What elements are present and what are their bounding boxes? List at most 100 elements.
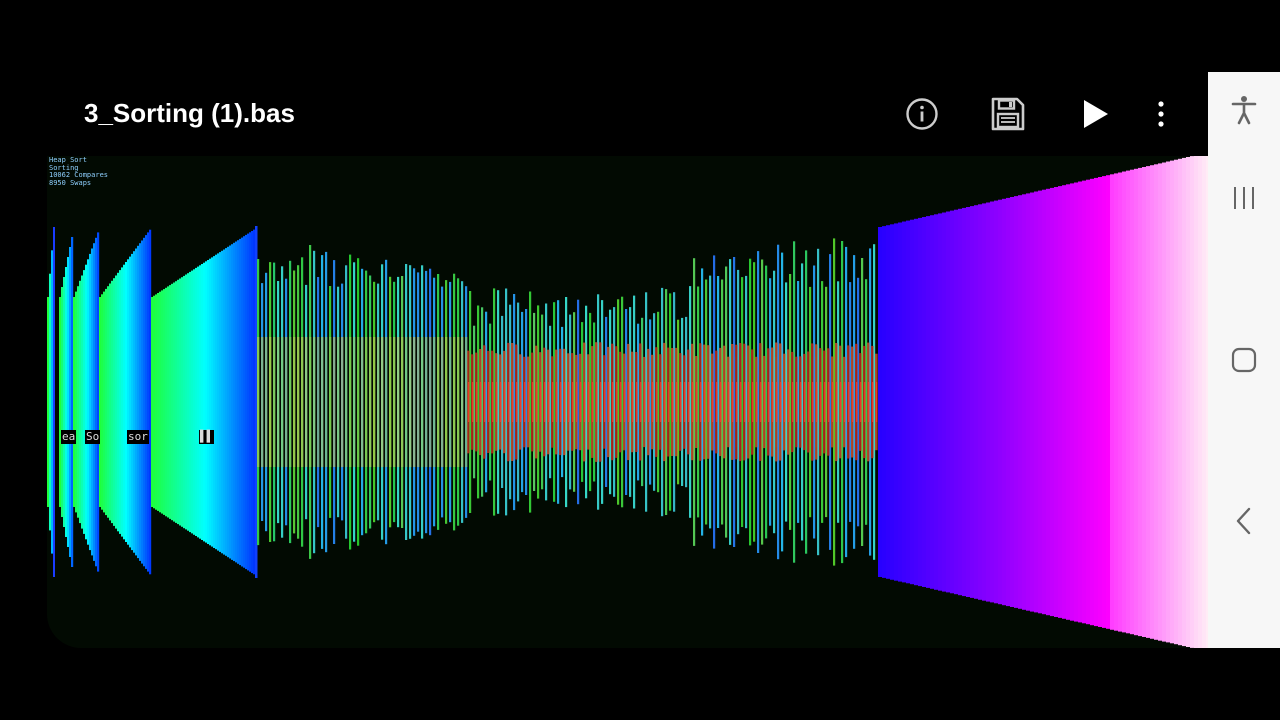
sort-bar: [121, 267, 124, 537]
sort-bar: [181, 277, 184, 527]
sort-bar: [1134, 168, 1139, 636]
sort-bar: [894, 223, 899, 581]
sort-bar: [241, 237, 244, 567]
sort-bar: [393, 337, 396, 467]
sort-bar: [648, 382, 650, 422]
sort-bar: [429, 337, 432, 467]
sort-bar: [73, 297, 76, 507]
sort-bar: [864, 382, 866, 422]
sort-bar: [740, 382, 742, 422]
run-button[interactable]: [1074, 94, 1114, 134]
overlay-fragment: ea: [61, 430, 77, 444]
sort-bar: [1014, 196, 1019, 608]
sort-bar: [788, 382, 790, 422]
sort-bar: [193, 269, 196, 535]
sort-bar: [409, 337, 412, 467]
sort-bar: [251, 231, 254, 574]
sort-bar: [676, 382, 678, 422]
info-button[interactable]: [902, 94, 942, 134]
sort-bar: [243, 236, 246, 568]
sort-bar: [882, 226, 887, 578]
back-button[interactable]: [1224, 501, 1264, 541]
sort-bar: [113, 278, 116, 526]
sort-bar: [1154, 164, 1159, 640]
sort-bar: [433, 337, 436, 467]
sort-bar: [53, 227, 55, 577]
sort-bar: [341, 337, 344, 467]
sort-bar: [902, 221, 907, 583]
sort-bar: [249, 232, 252, 572]
sort-bar: [910, 219, 915, 585]
sort-bar: [632, 382, 634, 422]
save-button[interactable]: [988, 94, 1028, 134]
sort-bar: [385, 337, 388, 467]
sort-bar: [966, 207, 971, 597]
sort-bar: [800, 382, 802, 422]
sort-bar: [135, 248, 138, 556]
sort-bar: [492, 382, 494, 422]
sort-bar: [285, 337, 288, 467]
home-button[interactable]: [1224, 340, 1264, 380]
sort-bar: [848, 382, 850, 422]
sort-bar: [81, 275, 84, 529]
sort-bar: [1026, 193, 1031, 611]
overlay-fragment: So: [85, 430, 101, 444]
sort-bar: [321, 337, 324, 467]
file-title: 3_Sorting (1).bas: [84, 98, 295, 128]
sort-bar: [772, 382, 774, 422]
sort-bar: [401, 337, 404, 467]
sort-bar: [201, 264, 204, 540]
sort-bar: [163, 289, 166, 515]
sort-bar: [1146, 166, 1151, 638]
sort-bar: [139, 243, 142, 561]
sort-bar: [205, 261, 208, 543]
sort-bar: [1018, 195, 1023, 609]
sort-bar: [808, 382, 810, 422]
sort-bar: [357, 337, 360, 467]
sort-bar: [472, 382, 474, 422]
sort-bar: [373, 337, 376, 467]
sort-bar: [1006, 197, 1011, 607]
overlay-fragment: sor: [127, 430, 149, 444]
sort-bar: [914, 218, 919, 586]
app-bar: 3_Sorting (1).bas: [0, 72, 1208, 156]
sort-bar: [480, 382, 482, 422]
sort-bar: [159, 291, 162, 513]
sort-bar: [504, 382, 506, 422]
sort-bar: [764, 382, 766, 422]
sort-bar: [1002, 198, 1007, 606]
sort-bar: [223, 249, 226, 555]
sort-bar: [752, 382, 754, 422]
sort-bar: [71, 237, 74, 567]
sort-bar: [441, 337, 444, 467]
sort-bar: [155, 294, 158, 510]
sort-bar: [1106, 175, 1111, 629]
sort-bar: [177, 279, 180, 525]
sort-bar: [616, 382, 618, 422]
sort-bar: [560, 382, 562, 422]
sort-bar: [906, 220, 911, 584]
sort-bar: [1114, 173, 1119, 631]
sort-bar: [488, 382, 490, 422]
sort-bar: [349, 337, 352, 467]
more-options-button[interactable]: [1141, 94, 1181, 134]
sort-bar: [75, 291, 78, 513]
sort-bar: [1058, 186, 1063, 618]
sort-bar: [998, 199, 1003, 605]
sort-bar: [199, 265, 202, 539]
sort-bar: [624, 382, 626, 422]
recent-apps-button[interactable]: [1224, 178, 1264, 218]
sort-bar: [520, 382, 522, 422]
sort-bar: [195, 267, 198, 536]
sort-bar: [720, 382, 722, 422]
sort-bar: [664, 382, 666, 422]
sort-bar: [305, 337, 308, 467]
sort-bar: [704, 382, 706, 422]
program-output-canvas[interactable]: Heap Sort Sorting 10062 Compares 8950 Sw…: [47, 156, 1208, 648]
sort-bar: [61, 287, 64, 517]
sort-bar: [107, 286, 110, 518]
sort-bar: [229, 245, 232, 559]
accessibility-button[interactable]: [1224, 90, 1264, 130]
sort-bar: [131, 253, 134, 551]
sort-bar: [724, 382, 726, 422]
